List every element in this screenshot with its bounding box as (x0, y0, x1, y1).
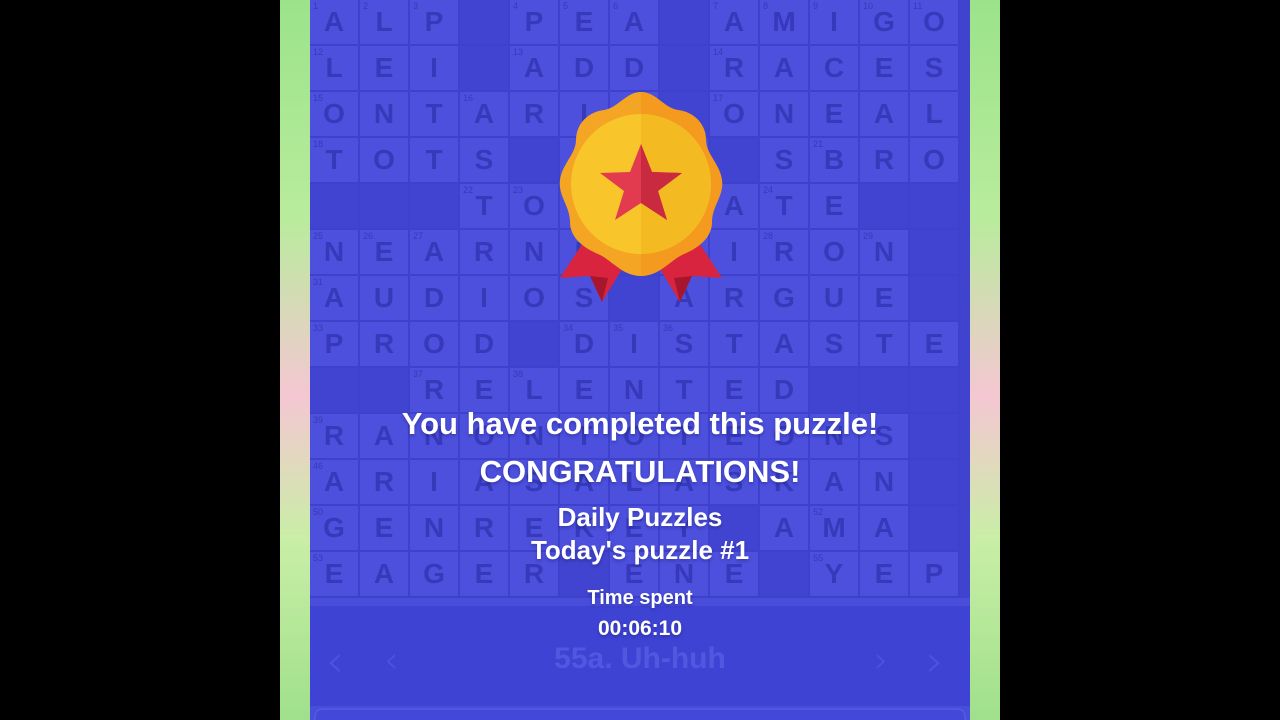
puzzle-name: Today's puzzle #1 (530, 535, 750, 565)
completion-message: You have completed this puzzle! (401, 406, 879, 441)
time-spent-value: 00:06:10 (597, 617, 683, 640)
medal-icon (559, 92, 723, 302)
background-right (970, 0, 1000, 720)
game-screen: 1 A 2 L 3 P 4 P 5 E 6 A 7 A 8 M 9 I 10 G 11 O 12 L E I 13 A D D 14 R A C E… (310, 0, 970, 720)
congratulations-heading: CONGRATULATIONS! (479, 454, 801, 489)
time-spent-label: Time spent (587, 587, 693, 609)
background-left (280, 0, 310, 720)
puzzle-mode: Daily Puzzles (557, 502, 723, 532)
